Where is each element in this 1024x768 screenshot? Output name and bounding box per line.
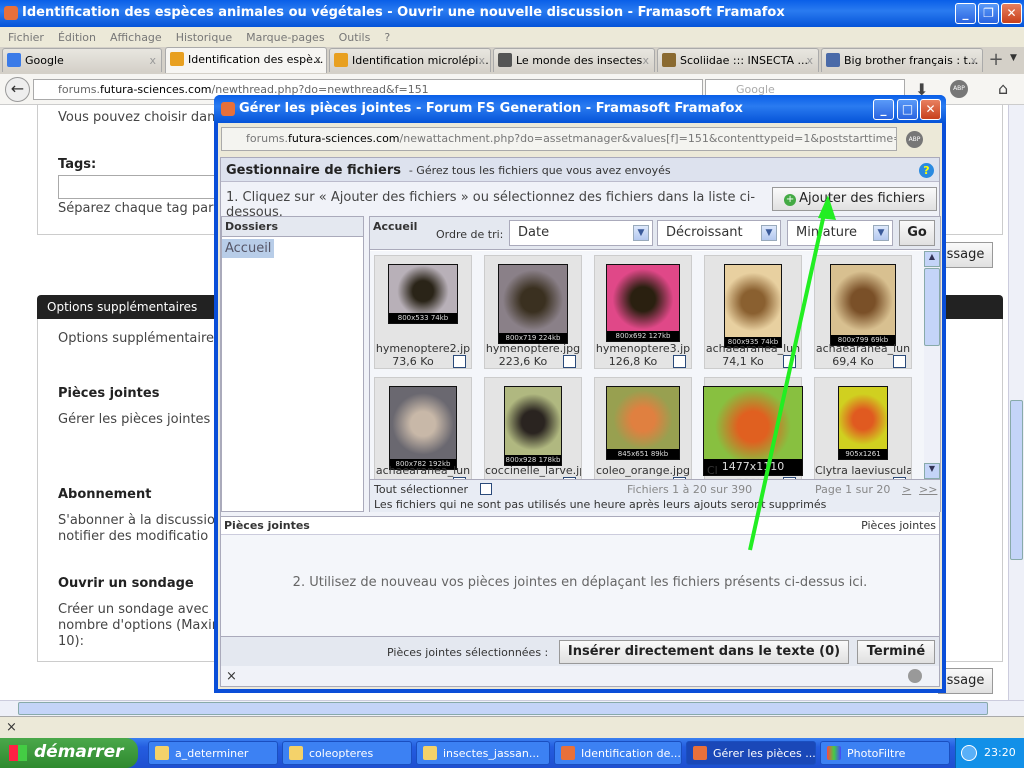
annotation-arrow <box>748 195 836 551</box>
taskbar-item-gerer-pieces[interactable]: Gérer les pièces ... <box>686 741 816 765</box>
windows-logo-icon <box>9 745 27 761</box>
arrow-line <box>748 204 828 551</box>
taskbar-item-photofiltre[interactable]: PhotoFiltre <box>820 741 950 765</box>
clock: 23:20 <box>984 746 1016 759</box>
arrow-head <box>818 195 836 220</box>
taskbar-item-identification[interactable]: Identification de... <box>554 741 682 765</box>
tray-icon[interactable] <box>961 745 977 761</box>
start-button[interactable]: démarrer <box>0 738 138 768</box>
taskbar-item-insectes[interactable]: insectes_jassan... <box>416 741 550 765</box>
taskbar-item-a-determiner[interactable]: a_determiner <box>148 741 278 765</box>
taskbar-item-coleopteres[interactable]: coleopteres <box>282 741 412 765</box>
system-tray: 23:20 <box>955 738 1024 768</box>
